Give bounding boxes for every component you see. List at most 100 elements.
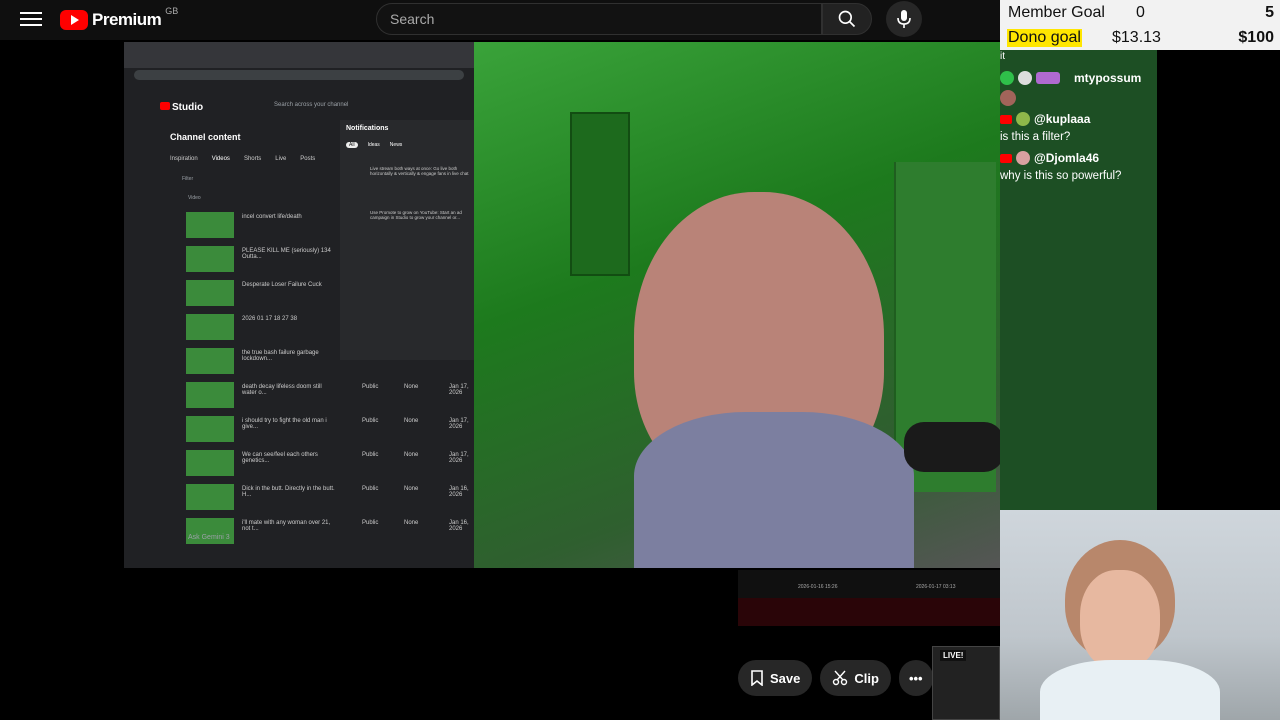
chat-text: is this a filter? xyxy=(1000,131,1071,143)
logo-text: Premium xyxy=(92,10,162,29)
more-icon: ••• xyxy=(908,670,923,686)
streamer-webcam xyxy=(1000,510,1280,720)
notification-filters: All Ideas News xyxy=(346,142,402,148)
dono-goal-target: $100 xyxy=(1238,29,1274,46)
video-thumbnail[interactable] xyxy=(186,484,234,510)
ask-gemini[interactable]: Ask Gemini 3 xyxy=(188,534,230,541)
video-thumbnail[interactable] xyxy=(186,246,234,272)
studio-logo: Studio xyxy=(160,102,203,113)
notif-filter-all[interactable]: All xyxy=(346,142,358,148)
studio-tabs: Inspiration Videos Shorts Live Posts xyxy=(170,156,315,162)
table-row[interactable]: incel convert life/death xyxy=(172,210,472,240)
youtube-logo[interactable]: Premium GB xyxy=(60,6,178,32)
video-thumbnail[interactable] xyxy=(186,382,234,408)
youtube-icon xyxy=(1000,153,1012,163)
video-thumbnail[interactable] xyxy=(186,416,234,442)
video-title[interactable]: incel convert life/death xyxy=(242,214,337,220)
clip-button[interactable]: Clip xyxy=(820,660,891,696)
tab-inspiration[interactable]: Inspiration xyxy=(170,156,198,162)
timeline-progress[interactable] xyxy=(738,598,1000,626)
chat-text: why is this so powerful? xyxy=(1000,170,1122,182)
table-row[interactable]: We can see/feel each others genetics... P… xyxy=(172,448,472,478)
tab-videos[interactable]: Videos xyxy=(212,156,230,162)
more-actions-button[interactable]: ••• xyxy=(898,660,933,696)
studio-title: Studio xyxy=(172,102,204,113)
table-row[interactable]: 2026 01 17 18 27 38 xyxy=(172,312,472,342)
save-button[interactable]: Save xyxy=(738,660,813,696)
video-visibility: Public xyxy=(362,452,379,458)
avatar xyxy=(1000,90,1016,106)
avatar xyxy=(1018,71,1032,85)
member-goal-target: 5 xyxy=(1265,4,1274,21)
tab-posts[interactable]: Posts xyxy=(300,156,315,162)
stream-timeline[interactable]: 2026-01-16 15:26 2026-01-17 03:13 xyxy=(738,570,1000,600)
live-badge: LIVE! xyxy=(940,650,967,661)
video-thumbnail[interactable] xyxy=(186,450,234,476)
video-title[interactable]: i'll mate with any woman over 21, not t.… xyxy=(242,520,337,532)
table-row[interactable]: PLEASE KILL ME (seriously) 134 Outta... xyxy=(172,244,472,274)
video-title[interactable]: 2026 01 17 18 27 38 xyxy=(242,316,337,322)
video-title[interactable]: the true bash failure garbage lockdown..… xyxy=(242,350,337,362)
notif-filter-ideas[interactable]: Ideas xyxy=(368,142,380,148)
table-row[interactable]: i should try to fight the old man i give… xyxy=(172,414,472,444)
video-restrictions: None xyxy=(404,418,419,424)
chat-username: @kuplaaa xyxy=(1034,112,1091,126)
timeline-date: 2026-01-16 15:26 xyxy=(798,584,838,590)
browser-address-bar xyxy=(134,70,464,80)
person-shirt xyxy=(634,412,914,568)
search-input[interactable]: Search xyxy=(376,3,822,35)
video-thumbnail[interactable] xyxy=(186,212,234,238)
chat-username: @Djomla46 xyxy=(1034,151,1100,165)
youtube-play-icon xyxy=(60,10,88,30)
video-title[interactable]: Desperate Loser Failure Cuck xyxy=(242,282,337,288)
table-row[interactable]: the true bash failure garbage lockdown..… xyxy=(172,346,472,376)
dono-goal-current: $13.13 xyxy=(1112,29,1161,46)
table-row[interactable]: death decay lifeless doom still water o.… xyxy=(172,380,472,410)
tab-live[interactable]: Live xyxy=(275,156,286,162)
video-date: Jan 16, 2026 xyxy=(449,520,469,532)
timeline-date: 2026-01-17 03:13 xyxy=(916,584,956,590)
member-goal-current: 0 xyxy=(1136,4,1145,21)
video-date: Jan 17, 2026 xyxy=(449,384,469,396)
voice-search-button[interactable] xyxy=(886,1,922,37)
video-player[interactable]: Studio Search across your channel Channe… xyxy=(124,42,1000,568)
video-thumbnail[interactable] xyxy=(186,314,234,340)
badge-icon xyxy=(1000,71,1014,85)
notification-item[interactable]: Live stream both ways at once: Go live b… xyxy=(370,166,470,176)
streamer-face xyxy=(1080,570,1160,670)
video-title[interactable]: i should try to fight the old man i give… xyxy=(242,418,337,430)
video-title[interactable]: death decay lifeless doom still water o.… xyxy=(242,384,337,396)
search-icon xyxy=(838,10,856,28)
hamburger-menu-icon[interactable] xyxy=(18,8,44,32)
notif-filter-news[interactable]: News xyxy=(390,142,403,148)
video-restrictions: None xyxy=(404,520,419,526)
chat-message: @Djomla46 xyxy=(1000,151,1099,165)
clip-label: Clip xyxy=(854,670,879,686)
video-restrictions: None xyxy=(404,452,419,458)
bookmark-icon xyxy=(751,670,763,686)
goals-overlay: Member Goal 0 5 Dono goal $13.13 $100 xyxy=(1000,0,1280,50)
table-row[interactable]: i'll mate with any woman over 21, not t.… xyxy=(172,516,472,546)
video-restrictions: None xyxy=(404,384,419,390)
video-thumbnail[interactable] xyxy=(186,348,234,374)
dono-goal-row: Dono goal $13.13 $100 xyxy=(1000,26,1280,50)
filter-label[interactable]: Filter xyxy=(182,176,193,182)
save-label: Save xyxy=(770,670,801,686)
studio-search[interactable]: Search across your channel xyxy=(274,102,348,108)
table-row[interactable]: Dick in the butt. Directly in the butt. … xyxy=(172,482,472,512)
video-title[interactable]: Dick in the butt. Directly in the butt. … xyxy=(242,486,337,498)
microphone xyxy=(904,422,1000,472)
tab-shorts[interactable]: Shorts xyxy=(244,156,261,162)
studio-screen-share: Studio Search across your channel Channe… xyxy=(124,42,474,568)
video-title[interactable]: We can see/feel each others genetics... xyxy=(242,452,337,464)
search-button[interactable] xyxy=(822,3,872,35)
emote-icon xyxy=(1036,72,1060,84)
channel-content-title: Channel content xyxy=(170,132,241,142)
studio-play-icon xyxy=(160,102,170,110)
chat-message: @kuplaaa xyxy=(1000,112,1090,126)
video-thumbnail[interactable] xyxy=(186,280,234,306)
video-title[interactable]: PLEASE KILL ME (seriously) 134 Outta... xyxy=(242,248,337,260)
table-row[interactable]: Desperate Loser Failure Cuck xyxy=(172,278,472,308)
webcam-feed xyxy=(474,42,1000,568)
video-date: Jan 16, 2026 xyxy=(449,486,469,498)
